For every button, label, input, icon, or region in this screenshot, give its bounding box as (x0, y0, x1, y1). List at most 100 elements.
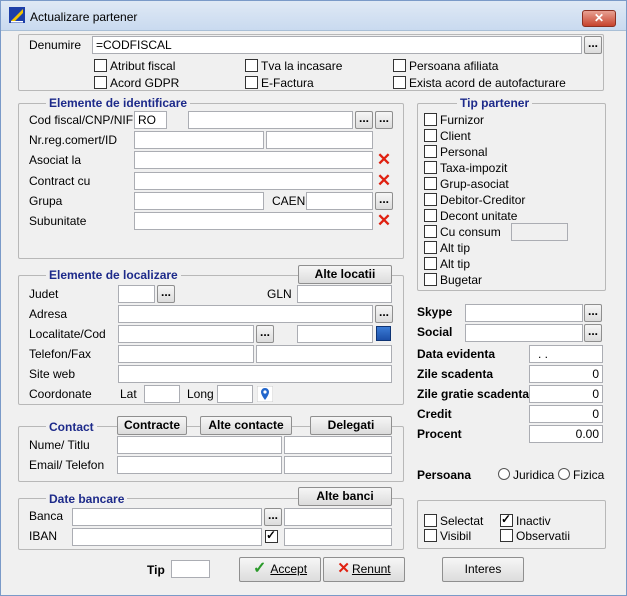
app-icon (9, 7, 25, 23)
asociat-input[interactable] (134, 151, 373, 169)
asociat-remove-icon[interactable]: ✕ (376, 151, 392, 168)
iban-input[interactable] (72, 528, 262, 546)
social-lookup-button[interactable]: ... (584, 324, 602, 342)
iban-checkbox[interactable] (265, 528, 278, 543)
site-input[interactable] (118, 365, 392, 383)
tva-incasare-label: Tva la incasare (261, 59, 343, 73)
cod-postal-input[interactable] (297, 325, 373, 343)
alte-contacte-button[interactable]: Alte contacte (200, 416, 292, 435)
debitor-creditor-checkbox[interactable] (424, 193, 437, 206)
tva-incasare-checkbox[interactable] (245, 59, 258, 72)
judet-lookup-button[interactable]: ... (157, 285, 175, 303)
email-input[interactable] (117, 456, 282, 474)
nr-reg-label: Nr.reg.comert/ID (29, 133, 118, 147)
inactiv-checkbox[interactable] (500, 512, 513, 527)
bugetar-checkbox[interactable] (424, 273, 437, 286)
banca-input[interactable] (72, 508, 262, 526)
gln-input[interactable] (297, 285, 392, 303)
nume-input[interactable] (117, 436, 282, 454)
contracte-button[interactable]: Contracte (117, 416, 187, 435)
autofacturare-label: Exista acord de autofacturare (409, 76, 566, 90)
denumire-label: Denumire (29, 38, 82, 52)
cod-fiscal-prefix-input[interactable]: RO (134, 111, 167, 129)
acord-gdpr-checkbox[interactable] (94, 76, 107, 89)
judet-input[interactable] (118, 285, 155, 303)
grup-asociat-checkbox[interactable] (424, 177, 437, 190)
subunitate-input[interactable] (134, 212, 373, 230)
denumire-lookup-button[interactable]: ... (584, 36, 602, 54)
caen-lookup-button[interactable]: ... (375, 192, 393, 210)
subunitate-label: Subunitate (29, 214, 87, 228)
cu-consum-checkbox[interactable] (424, 225, 437, 238)
accept-button[interactable]: ✓ Accept (239, 557, 321, 582)
selectat-checkbox[interactable] (424, 514, 437, 527)
e-factura-checkbox[interactable] (245, 76, 258, 89)
site-label: Site web (29, 367, 76, 381)
title-bar[interactable]: Actualizare partener ✕ (1, 1, 626, 31)
interes-button[interactable]: Interes (442, 557, 524, 582)
visibil-label: Visibil (440, 529, 472, 543)
caen-input[interactable] (306, 192, 373, 210)
procent-input[interactable]: 0.00 (529, 425, 603, 443)
cod-fiscal-extra-button[interactable]: ... (375, 111, 393, 129)
personal-checkbox[interactable] (424, 145, 437, 158)
data-evidenta-input[interactable]: . . (529, 345, 603, 363)
atribut-fiscal-checkbox[interactable] (94, 59, 107, 72)
window-title: Actualizare partener (30, 10, 138, 24)
debitor-creditor-label: Debitor-Creditor (440, 193, 526, 207)
close-button[interactable]: ✕ (582, 10, 616, 27)
adresa-lookup-button[interactable]: ... (375, 305, 393, 323)
fizica-radio[interactable] (558, 468, 570, 480)
skype-input[interactable] (465, 304, 583, 322)
alte-locatii-button[interactable]: Alte locatii (298, 265, 392, 284)
long-input[interactable] (217, 385, 253, 403)
taxa-impozit-label: Taxa-impozit (440, 161, 508, 175)
credit-input[interactable]: 0 (529, 405, 603, 423)
data-evidenta-label: Data evidenta (417, 347, 496, 361)
location-pin-icon[interactable] (257, 386, 273, 402)
nr-reg-input[interactable] (134, 131, 264, 149)
client-checkbox[interactable] (424, 129, 437, 142)
taxa-impozit-checkbox[interactable] (424, 161, 437, 174)
renunt-button[interactable]: ✕ Renunt (323, 557, 405, 582)
delegati-button[interactable]: Delegati (310, 416, 392, 435)
observatii-checkbox[interactable] (500, 529, 513, 542)
lat-input[interactable] (144, 385, 180, 403)
persoana-afiliata-checkbox[interactable] (393, 59, 406, 72)
decont-unitate-checkbox[interactable] (424, 209, 437, 222)
subunitate-remove-icon[interactable]: ✕ (376, 212, 392, 229)
cod-fiscal-lookup-button[interactable]: ... (355, 111, 373, 129)
cod-fiscal-input[interactable] (188, 111, 353, 129)
decont-unitate-label: Decont unitate (440, 209, 518, 223)
iban-extra-input[interactable] (284, 528, 392, 546)
map-select-icon[interactable] (376, 326, 391, 341)
banca-lookup-button[interactable]: ... (264, 508, 282, 526)
localitate-input[interactable] (118, 325, 254, 343)
localitate-lookup-button[interactable]: ... (256, 325, 274, 343)
fax-input[interactable] (256, 345, 392, 363)
telefon-input[interactable] (118, 345, 254, 363)
alt-tip-1-checkbox[interactable] (424, 241, 437, 254)
grupa-input[interactable] (134, 192, 264, 210)
nr-reg-id-input[interactable] (266, 131, 373, 149)
identificare-title: Elemente de identificare (46, 96, 191, 110)
furnizor-checkbox[interactable] (424, 113, 437, 126)
juridica-radio[interactable] (498, 468, 510, 480)
titlu-input[interactable] (284, 436, 392, 454)
autofacturare-checkbox[interactable] (393, 76, 406, 89)
telefon-contact-input[interactable] (284, 456, 392, 474)
banca-extra-input[interactable] (284, 508, 392, 526)
alt-tip-2-checkbox[interactable] (424, 257, 437, 270)
cu-consum-input[interactable] (511, 223, 568, 241)
adresa-input[interactable] (118, 305, 373, 323)
zile-scadenta-input[interactable]: 0 (529, 365, 603, 383)
denumire-input[interactable]: =CODFISCAL (92, 36, 582, 54)
tip-input[interactable] (171, 560, 210, 578)
visibil-checkbox[interactable] (424, 529, 437, 542)
contract-input[interactable] (134, 172, 373, 190)
skype-lookup-button[interactable]: ... (584, 304, 602, 322)
alte-banci-button[interactable]: Alte banci (298, 487, 392, 506)
contract-remove-icon[interactable]: ✕ (376, 172, 392, 189)
zile-gratie-input[interactable]: 0 (529, 385, 603, 403)
social-input[interactable] (465, 324, 583, 342)
